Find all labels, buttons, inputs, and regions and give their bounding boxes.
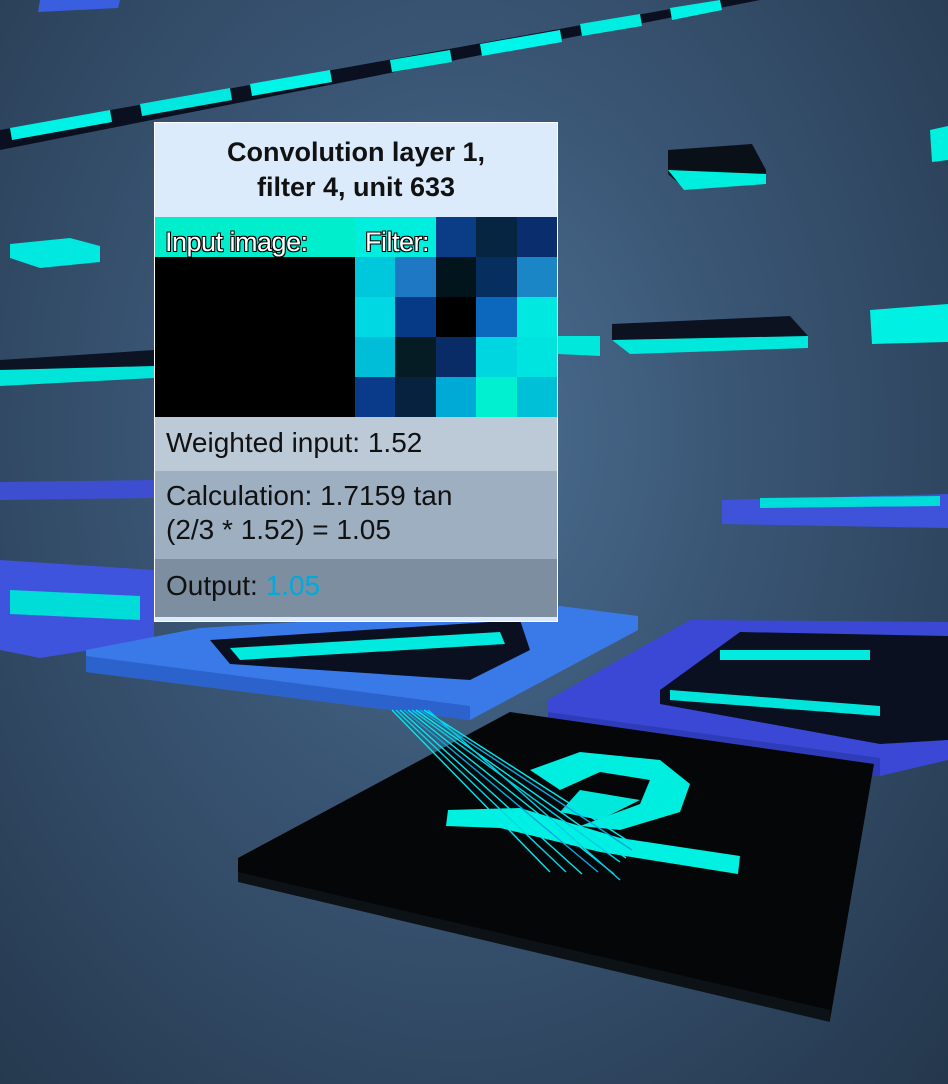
filter-cell [435,377,477,417]
filter-cell [516,257,557,297]
calculation-line1: Calculation: 1.7159 tan [166,480,453,511]
calculation-line2: (2/3 * 1.52) = 1.05 [166,514,391,545]
filter-cell [435,217,477,257]
filter-cell [476,217,517,257]
filter-cell [355,377,396,417]
calculation-row: Calculation: 1.7159 tan (2/3 * 1.52) = 1… [155,471,557,559]
filter-cell [355,297,396,337]
output-label: Output: [166,570,258,601]
panel-title: Convolution layer 1, filter 4, unit 633 [155,123,557,217]
filter-cell [395,257,436,297]
filter-cell [435,337,477,377]
images-section: Input image: Filter: [155,217,557,417]
input-plane [238,712,874,1022]
unit-info-panel: Convolution layer 1, filter 4, unit 633 … [154,122,558,622]
filter-cell [395,337,436,377]
left-blue-layer [0,480,154,658]
input-image-label: Input image: [165,227,308,257]
filter-cell [435,297,477,337]
filter-cell [516,377,557,417]
panel-title-line2: filter 4, unit 633 [256,172,456,202]
panel-title-line1: Convolution layer 1, [226,137,486,167]
filter-cell [395,297,436,337]
filter-cell [516,297,557,337]
output-row: Output: 1.05 [155,559,557,617]
filter-cell [355,337,396,377]
filter-cell [476,297,517,337]
filter-cell [395,377,436,417]
filter-cell [435,257,477,297]
output-value: 1.05 [265,570,321,601]
filter-cell [516,337,557,377]
filter-cell [355,257,396,297]
filter-cell [476,377,517,417]
weighted-input-row: Weighted input: 1.52 [155,417,557,471]
filter-cell [476,257,517,297]
filter-label: Filter: [365,227,430,257]
right-blue-layer [722,494,948,528]
filter-cell [516,217,557,257]
filter-cell [476,337,517,377]
